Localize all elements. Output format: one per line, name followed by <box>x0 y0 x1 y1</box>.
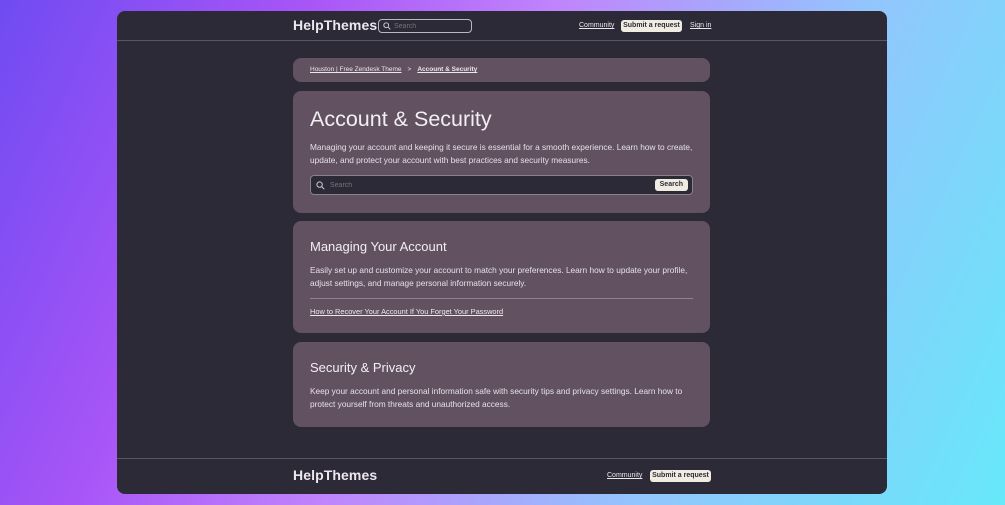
header-search[interactable] <box>378 19 472 33</box>
footer-submit-request-button[interactable]: Submit a request <box>650 470 711 482</box>
header-search-input[interactable] <box>394 22 464 30</box>
footer-brand-logo[interactable]: HelpThemes <box>293 467 377 483</box>
browser-window: HelpThemes Community Submit a request Si… <box>117 11 887 494</box>
section-title[interactable]: Security & Privacy <box>310 360 415 375</box>
category-search[interactable]: Search <box>310 175 693 195</box>
page-title: Account & Security <box>310 107 492 131</box>
category-search-input[interactable] <box>330 181 655 189</box>
footer-community-link[interactable]: Community <box>607 472 642 479</box>
site-header: HelpThemes Community Submit a request Si… <box>117 11 887 41</box>
category-description: Managing your account and keeping it sec… <box>310 142 693 165</box>
search-button[interactable]: Search <box>654 179 688 191</box>
site-footer: HelpThemes Community Submit a request <box>117 458 887 494</box>
search-icon <box>316 180 325 190</box>
community-link[interactable]: Community <box>579 22 614 29</box>
breadcrumb: Houston | Free Zendesk Theme > Account &… <box>293 58 710 82</box>
section-description: Keep your account and personal informati… <box>310 386 683 409</box>
sign-in-link[interactable]: Sign in <box>690 22 711 29</box>
section-managing-account: Managing Your Account Easily set up and … <box>293 221 710 333</box>
divider <box>310 298 693 299</box>
brand-logo[interactable]: HelpThemes <box>293 17 377 33</box>
breadcrumb-item-current[interactable]: Account & Security <box>417 66 477 73</box>
search-icon <box>383 22 391 30</box>
article-link[interactable]: How to Recover Your Account If You Forge… <box>310 307 503 316</box>
category-hero: Account & Security Managing your account… <box>293 91 710 213</box>
breadcrumb-item-home[interactable]: Houston | Free Zendesk Theme <box>310 66 402 73</box>
section-title[interactable]: Managing Your Account <box>310 239 447 254</box>
submit-request-button[interactable]: Submit a request <box>621 20 682 32</box>
section-security-privacy: Security & Privacy Keep your account and… <box>293 342 710 427</box>
breadcrumb-separator: > <box>407 66 412 73</box>
section-description: Easily set up and customize your account… <box>310 265 688 288</box>
